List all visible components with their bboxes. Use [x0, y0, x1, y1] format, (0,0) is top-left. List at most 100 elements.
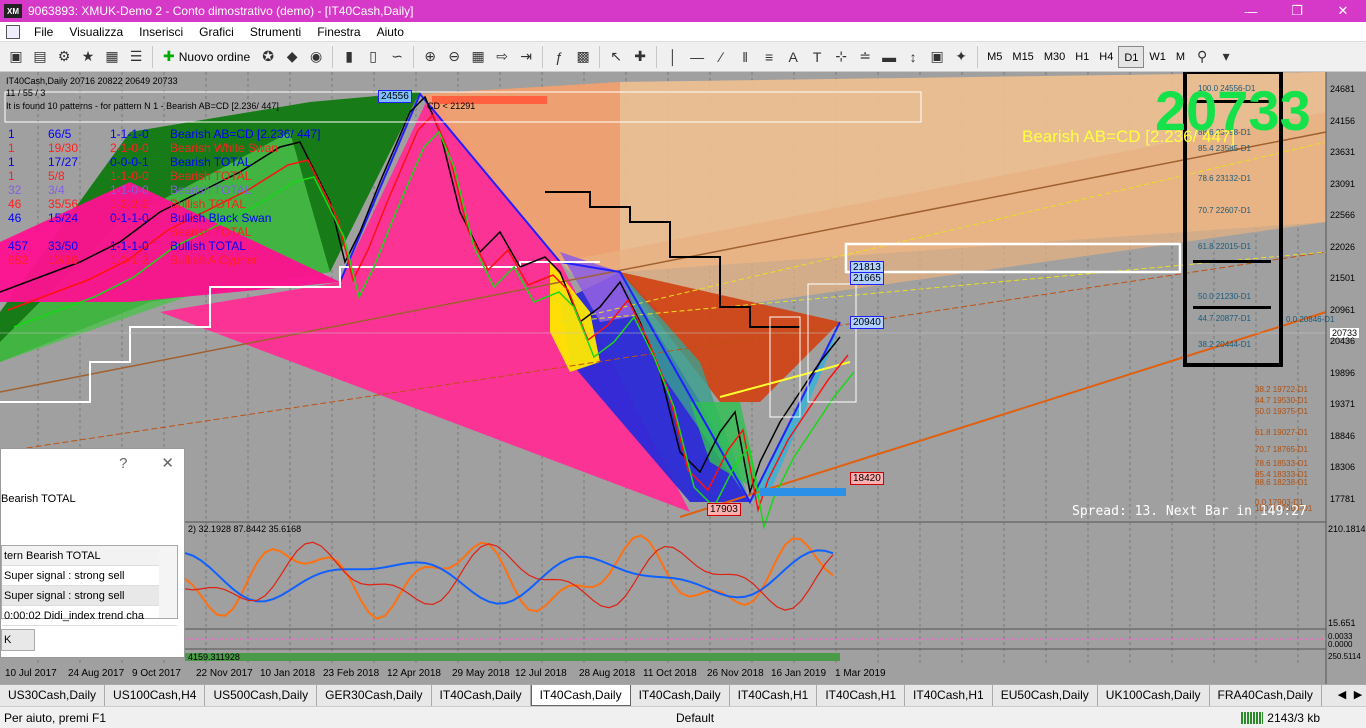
metaeditor-icon[interactable]: ✪	[256, 45, 280, 69]
pattern-code: 0-1-1-0	[110, 211, 149, 225]
market-watch-icon[interactable]: ⚙	[52, 45, 76, 69]
tab-navigation: ◀ ▶	[1334, 685, 1366, 706]
new-order-button[interactable]: ✚ Nuovo ordine	[157, 45, 256, 69]
pattern-name: Bullish Black Swan	[170, 211, 272, 225]
tab-scroll-left-icon[interactable]: ◀	[1334, 685, 1350, 706]
price-scale[interactable]: 24681 24156 23631 23091 22566 22026 21501 20961…	[1326, 72, 1366, 522]
autoscroll-icon[interactable]: ⇨	[490, 45, 514, 69]
timeframe-m15[interactable]: M15	[1007, 46, 1038, 68]
label-icon[interactable]: T	[805, 45, 829, 69]
date-label: 10 Jul 2017	[5, 668, 57, 679]
status-profile[interactable]: Default	[676, 711, 1241, 725]
pattern-score: 10/16	[48, 253, 79, 267]
alert-list[interactable]: tern Bearish TOTAL Super signal : strong…	[1, 545, 178, 626]
templates-icon[interactable]: ▩	[571, 45, 595, 69]
menu-tools[interactable]: Strumenti	[242, 25, 309, 39]
shapes-icon[interactable]: ▣	[925, 45, 949, 69]
timeframe-m30[interactable]: M30	[1039, 46, 1070, 68]
date-label: 24 Aug 2017	[68, 668, 125, 679]
alert-list-row[interactable]: 0:00:02 Didi_index trend cha	[2, 606, 177, 626]
chart-tab[interactable]: IT40Cash,H1	[730, 685, 818, 706]
fib-fan-icon[interactable]: ≐	[853, 45, 877, 69]
window-title: 9063893: XMUK-Demo 2 - Conto dimostrativ…	[28, 4, 414, 18]
timeframe-m5[interactable]: M5	[982, 46, 1007, 68]
minimize-icon[interactable]: —	[1228, 0, 1274, 22]
tile-icon[interactable]: ▦	[466, 45, 490, 69]
new-chart-icon[interactable]: ▣	[4, 45, 28, 69]
menu-charts[interactable]: Grafici	[191, 25, 242, 39]
pattern-n: 457	[8, 239, 29, 253]
zoom-in-icon[interactable]: ⊕	[418, 45, 442, 69]
tab-scroll-right-icon[interactable]: ▶	[1350, 685, 1366, 706]
search-icon[interactable]: ⚲	[1190, 45, 1214, 69]
profiles-icon[interactable]: ▤	[28, 45, 52, 69]
menu-view[interactable]: Visualizza	[61, 25, 131, 39]
bar-chart-icon[interactable]: ▮	[337, 45, 361, 69]
signals-icon[interactable]: ◉	[304, 45, 328, 69]
navigator-icon[interactable]: ★	[76, 45, 100, 69]
ok-button[interactable]: K	[1, 629, 35, 651]
objects-icon[interactable]: ✦	[949, 45, 973, 69]
indicators-icon[interactable]: ƒ	[547, 45, 571, 69]
crosshair-icon[interactable]: ✚	[628, 45, 652, 69]
alert-dialog[interactable]: ? ✕ Bearish TOTAL tern Bearish TOTAL Sup…	[0, 448, 185, 658]
arrows-icon[interactable]: ↕	[901, 45, 925, 69]
cursor-icon[interactable]: ↖	[604, 45, 628, 69]
chart-tab[interactable]: US500Cash,Daily	[205, 685, 318, 706]
timeframe-mn[interactable]: M	[1171, 46, 1190, 68]
menu-window[interactable]: Finestra	[309, 25, 368, 39]
chart-tab[interactable]: US100Cash,H4	[105, 685, 206, 706]
auto-trading-icon[interactable]: ◆	[280, 45, 304, 69]
terminal-icon[interactable]: ▦	[100, 45, 124, 69]
candlestick-icon[interactable]: ▯	[361, 45, 385, 69]
menu-help[interactable]: Aiuto	[369, 25, 412, 39]
dropdown-icon[interactable]: ▾	[1214, 45, 1238, 69]
restore-icon[interactable]: ❐	[1274, 0, 1320, 22]
menu-file[interactable]: File	[26, 25, 61, 39]
tester-icon[interactable]: ☰	[124, 45, 148, 69]
chart-tab[interactable]: IT40Cash,H1	[817, 685, 906, 706]
alert-list-scrollbar[interactable]	[159, 546, 177, 618]
channel-icon[interactable]: ‖	[733, 45, 757, 69]
indicator1-scale-bottom: 15.651	[1328, 618, 1356, 628]
chart-tab[interactable]: IT40Cash,Daily	[432, 685, 531, 706]
connection-bars-icon	[1241, 711, 1264, 724]
pattern-code: 1-0-1-2	[110, 253, 149, 267]
line-chart-icon[interactable]: ∽	[385, 45, 409, 69]
alert-list-row[interactable]: Super signal : strong sell	[2, 566, 177, 586]
chart-tab[interactable]: UK100Cash,Daily	[1098, 685, 1210, 706]
date-label: 29 May 2018	[452, 668, 510, 679]
date-label: 10 Jan 2018	[260, 668, 316, 679]
text-icon[interactable]: A	[781, 45, 805, 69]
horizontal-line-icon[interactable]: —	[685, 45, 709, 69]
chart-tab[interactable]: IT40Cash,H1	[905, 685, 993, 706]
help-icon[interactable]: ?	[119, 455, 127, 472]
price-scale-label: 23091	[1330, 178, 1356, 189]
menu-insert[interactable]: Inserisci	[131, 25, 191, 39]
document-icon[interactable]	[6, 24, 20, 39]
fib-lower-level: 61.8 19027-D1	[1255, 428, 1308, 437]
chart-tab[interactable]: US30Cash,Daily	[0, 685, 106, 706]
timeframe-d1[interactable]: D1	[1118, 45, 1145, 68]
gann-icon[interactable]: ⊹	[829, 45, 853, 69]
chart-shift-icon[interactable]: ⇥	[514, 45, 538, 69]
fibonacci-icon[interactable]: ≡	[757, 45, 781, 69]
chart-tab[interactable]: GER30Cash,Daily	[317, 685, 432, 706]
close-icon[interactable]: ✕	[1320, 0, 1366, 22]
alert-list-row[interactable]: Super signal : strong sell	[2, 586, 177, 606]
chart-tab[interactable]: IT40Cash,Daily	[631, 685, 730, 706]
timeframe-w1[interactable]: W1	[1144, 46, 1171, 68]
chart-window[interactable]: IT40Cash,Daily 20716 20822 20649 20733 1…	[0, 72, 1366, 684]
zoom-out-icon[interactable]: ⊖	[442, 45, 466, 69]
trendline-icon[interactable]: ∕	[709, 45, 733, 69]
chart-tab[interactable]: FRA40Cash,Daily	[1210, 685, 1322, 706]
timeframe-h1[interactable]: H1	[1070, 46, 1094, 68]
chart-tab[interactable]: EU50Cash,Daily	[993, 685, 1098, 706]
fib-lower-level: 38.2 19722-D1	[1255, 385, 1308, 394]
close-icon[interactable]: ✕	[161, 454, 174, 472]
rectangle-icon[interactable]: ▬	[877, 45, 901, 69]
timeframe-h4[interactable]: H4	[1094, 46, 1118, 68]
pattern-panel: 11 / 55 / 3 It is found 10 patterns - fo…	[6, 88, 486, 111]
chart-tab[interactable]: IT40Cash,Daily	[530, 685, 631, 706]
vertical-line-icon[interactable]: │	[661, 45, 685, 69]
